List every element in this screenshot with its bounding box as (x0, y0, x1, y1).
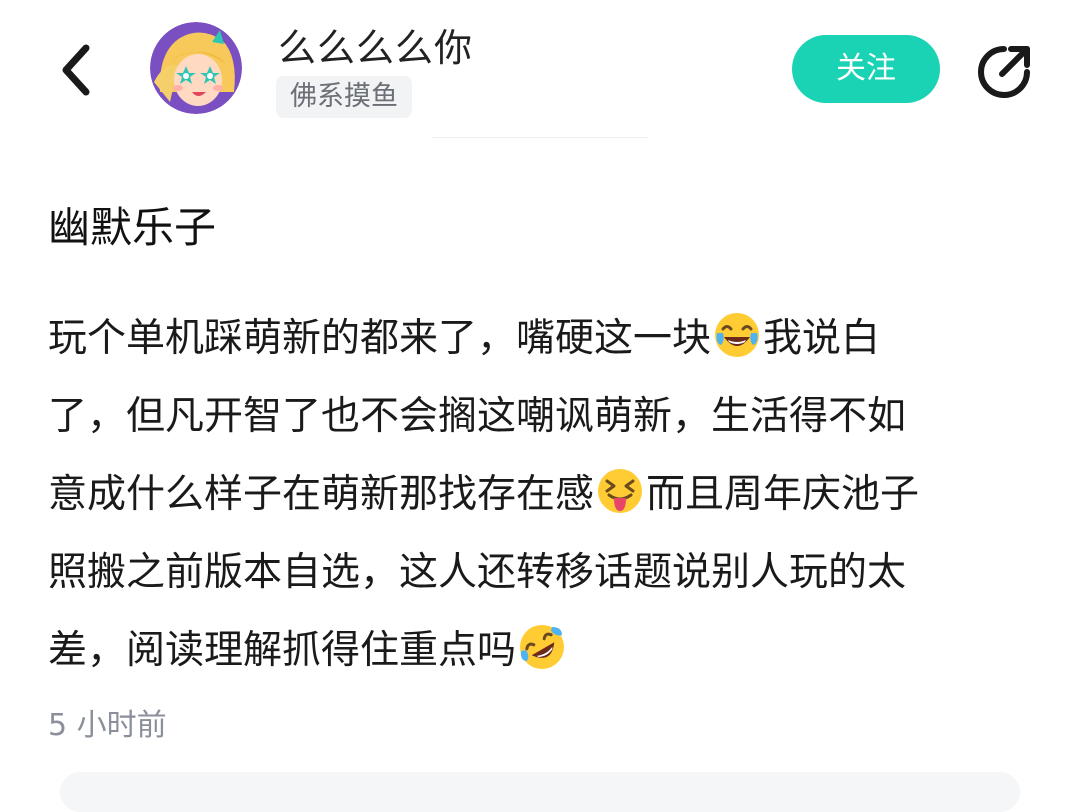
avatar[interactable] (150, 22, 242, 114)
squinting-tongue-emoji (598, 469, 643, 513)
header-divider (432, 137, 648, 138)
comment-input-bar[interactable] (60, 772, 1020, 812)
post-text: 我说白 (763, 316, 881, 361)
post-line: 意成什么样子在萌新那找存在感 而且周年庆池子 (48, 456, 1038, 534)
avatar-image (150, 22, 242, 114)
username[interactable]: 么么么么你 (278, 24, 473, 72)
post-line: 照搬之前版本自选，这人还转移话题说别人玩的太 (48, 534, 1038, 612)
tears-of-joy-emoji (715, 313, 760, 357)
rolling-laughing-emoji (520, 625, 565, 669)
post-line: 玩个单机踩萌新的都来了，嘴硬这一块 我说白 (48, 300, 1038, 378)
post-text: 玩个单机踩萌新的都来了，嘴硬这一块 (48, 316, 712, 361)
post-line: 了，但凡开智了也不会搁这嘲讽萌新，生活得不如 (48, 378, 1038, 456)
post-text: 意成什么样子在萌新那找存在感 (48, 472, 595, 517)
post-line: 差，阅读理解抓得住重点吗 (48, 612, 1038, 690)
post-text: 照搬之前版本自选，这人还转移话题说别人玩的太 (48, 550, 907, 595)
post-title: 幽默乐子 (48, 203, 217, 252)
back-button[interactable] (48, 42, 104, 98)
post-body: 玩个单机踩萌新的都来了，嘴硬这一块 我说白 了，但凡开智了也不会搁这嘲讽萌新，生… (48, 300, 1038, 690)
back-arrow-icon (62, 44, 90, 96)
post-text: 而且周年庆池子 (646, 472, 920, 517)
post-text: 了，但凡开智了也不会搁这嘲讽萌新，生活得不如 (48, 394, 907, 439)
post-timestamp: 5 小时前 (48, 708, 167, 743)
post-text: 差，阅读理解抓得住重点吗 (48, 628, 517, 673)
share-icon (978, 46, 1030, 98)
follow-button[interactable]: 关注 (792, 35, 940, 103)
share-button[interactable] (972, 40, 1036, 104)
user-tag: 佛系摸鱼 (276, 76, 412, 118)
